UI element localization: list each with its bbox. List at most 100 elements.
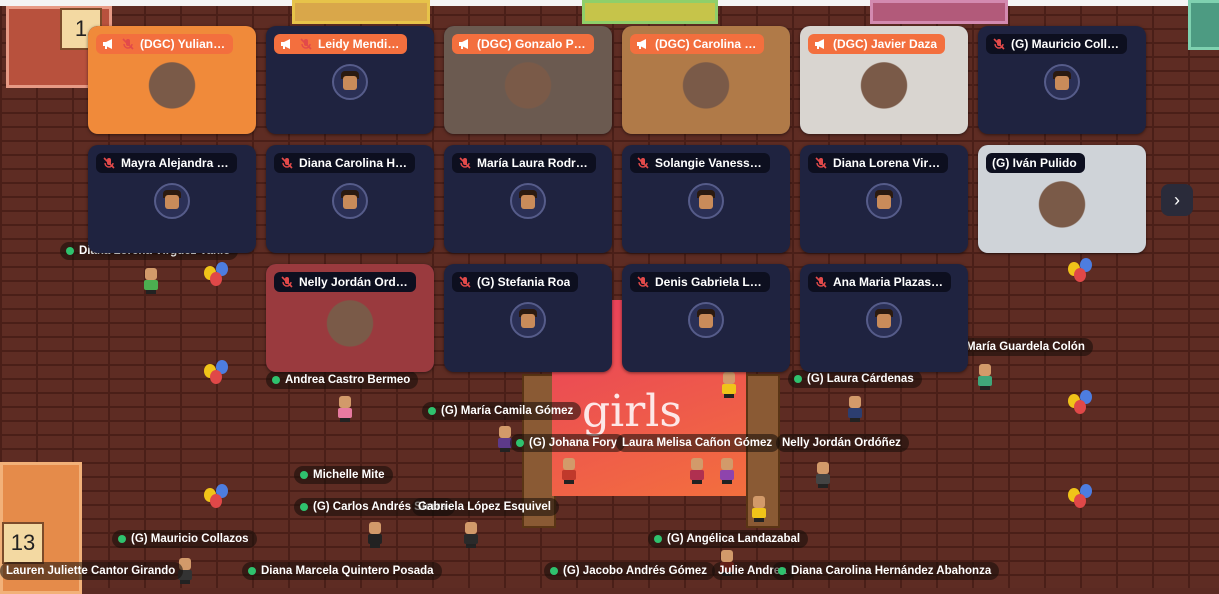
video-tile[interactable]: Denis Gabriela L… [622, 264, 790, 372]
participant-name: Nelly Jordán Ord… [299, 275, 408, 289]
participant-avatar [866, 302, 902, 338]
map-name-tag[interactable]: María Guardela Colón [960, 338, 1093, 356]
participant-name-label: (G) Stefania Roa [452, 272, 579, 292]
participant-avatar [866, 183, 902, 219]
video-tile[interactable]: Mayra Alejandra … [88, 145, 256, 253]
mic-off-icon [281, 157, 293, 169]
participant-name-label: (DGC) Carolina … [630, 34, 765, 54]
video-tile[interactable]: (DGC) Gonzalo P… [444, 26, 612, 134]
participant-name-label: María Laura Rodr… [452, 153, 596, 173]
participant-name: (DGC) Javier Daza [833, 37, 938, 51]
top-rug-2 [582, 0, 718, 24]
player-sprite[interactable] [336, 396, 354, 422]
mic-off-icon [459, 157, 471, 169]
video-tile[interactable]: (DGC) Yulian… [88, 26, 256, 134]
player-sprite[interactable] [366, 522, 384, 548]
map-name-tag[interactable]: Laura Melisa Cañon Gómez [616, 434, 781, 452]
balloons-decoration [1068, 484, 1098, 524]
megaphone-icon [815, 39, 824, 49]
map-name-tag[interactable]: Andrea Castro Bermeo [266, 371, 419, 389]
participant-name: (DGC) Yulian… [140, 37, 226, 51]
map-name-tag[interactable]: Nelly Jordán Ordóñez [776, 434, 909, 452]
mic-off-icon [103, 157, 115, 169]
top-rug-1 [292, 0, 430, 24]
balloons-decoration [1068, 258, 1098, 298]
online-dot [794, 375, 802, 383]
video-tile[interactable]: (G) Mauricio Coll… [978, 26, 1146, 134]
chevron-right-icon: › [1174, 189, 1180, 210]
video-tile[interactable]: Nelly Jordán Ord… [266, 264, 434, 372]
participant-name: (G) Iván Pulido [992, 156, 1077, 170]
participant-name-label: Ana Maria Plazas… [808, 272, 952, 292]
participant-name-label: Diana Carolina H… [274, 153, 416, 173]
participant-name-label: Leidy Mendi… [274, 34, 408, 54]
video-tile[interactable]: Ana Maria Plazas… [800, 264, 968, 372]
player-sprite[interactable] [814, 462, 832, 488]
participant-name: Diana Carolina H… [299, 156, 408, 170]
top-rug-3 [870, 0, 1008, 24]
map-name-tag[interactable]: (G) Johana Fory [510, 434, 626, 452]
video-tile[interactable]: (G) Iván Pulido [978, 145, 1146, 253]
balloons-decoration [204, 262, 234, 302]
map-name-tag[interactable]: (G) Laura Cárdenas [788, 370, 922, 388]
balloons-decoration [204, 360, 234, 400]
participant-name-label: Diana Lorena Vir… [808, 153, 949, 173]
participant-name: (DGC) Gonzalo P… [477, 37, 586, 51]
player-sprite[interactable] [846, 396, 864, 422]
participant-name-label: Nelly Jordán Ord… [274, 272, 416, 292]
player-sprite[interactable] [750, 496, 768, 522]
megaphone-icon [459, 39, 468, 49]
online-dot [300, 503, 308, 511]
video-tile[interactable]: Solangie Vaness… [622, 145, 790, 253]
mic-off-icon [300, 38, 312, 50]
balloons-decoration [204, 484, 234, 524]
online-dot [66, 247, 74, 255]
player-sprite[interactable] [560, 458, 578, 484]
participant-name: (DGC) Carolina … [655, 37, 757, 51]
video-tile[interactable]: Diana Lorena Vir… [800, 145, 968, 253]
map-name-tag[interactable]: Diana Carolina Hernández Abahonza [772, 562, 1000, 580]
video-tile[interactable]: (DGC) Carolina … [622, 26, 790, 134]
mic-off-icon [281, 276, 293, 288]
video-tile[interactable]: (DGC) Javier Daza [800, 26, 968, 134]
online-dot [654, 535, 662, 543]
map-name-tag[interactable]: (G) María Camila Gómez [422, 402, 582, 420]
player-sprite[interactable] [462, 522, 480, 548]
mic-off-icon [122, 38, 134, 50]
map-name-tag[interactable]: (G) Angélica Landazabal [648, 530, 809, 548]
online-dot [118, 535, 126, 543]
participant-name-label: Denis Gabriela L… [630, 272, 770, 292]
participant-name: Ana Maria Plazas… [833, 275, 944, 289]
player-sprite[interactable] [688, 458, 706, 484]
map-name-tag[interactable]: (G) Mauricio Collazos [112, 530, 257, 548]
video-tile[interactable]: Diana Carolina H… [266, 145, 434, 253]
participant-name-label: (DGC) Gonzalo P… [452, 34, 594, 54]
participant-name: (G) Mauricio Coll… [1011, 37, 1119, 51]
video-tile[interactable]: María Laura Rodr… [444, 145, 612, 253]
video-tile[interactable]: Leidy Mendi… [266, 26, 434, 134]
video-tile[interactable]: (G) Stefania Roa [444, 264, 612, 372]
map-name-tag[interactable]: Lauren Juliette Cantor Girando [0, 562, 184, 580]
online-dot [272, 376, 280, 384]
participant-avatar [332, 183, 368, 219]
player-sprite[interactable] [142, 268, 160, 294]
map-name-tag[interactable]: (G) Jacobo Andrés Gómez [544, 562, 715, 580]
participant-name: Leidy Mendi… [318, 37, 400, 51]
mic-off-icon [993, 38, 1005, 50]
map-name-tag[interactable]: Michelle Mite [294, 466, 393, 484]
stage-logo-text: girls [582, 386, 682, 437]
mic-off-icon [637, 157, 649, 169]
player-sprite[interactable] [718, 458, 736, 484]
next-page-button[interactable]: › [1161, 184, 1193, 216]
map-name-tag[interactable]: Diana Marcela Quintero Posada [242, 562, 442, 580]
participant-avatar [510, 302, 546, 338]
map-name-tag[interactable]: Gabriela López Esquivel [412, 498, 559, 516]
participant-name: María Laura Rodr… [477, 156, 588, 170]
online-dot [300, 471, 308, 479]
online-dot [778, 567, 786, 575]
player-sprite[interactable] [720, 372, 738, 398]
player-sprite[interactable] [976, 364, 994, 390]
participant-name: Diana Lorena Vir… [833, 156, 941, 170]
online-dot [516, 439, 524, 447]
megaphone-icon [281, 39, 290, 49]
